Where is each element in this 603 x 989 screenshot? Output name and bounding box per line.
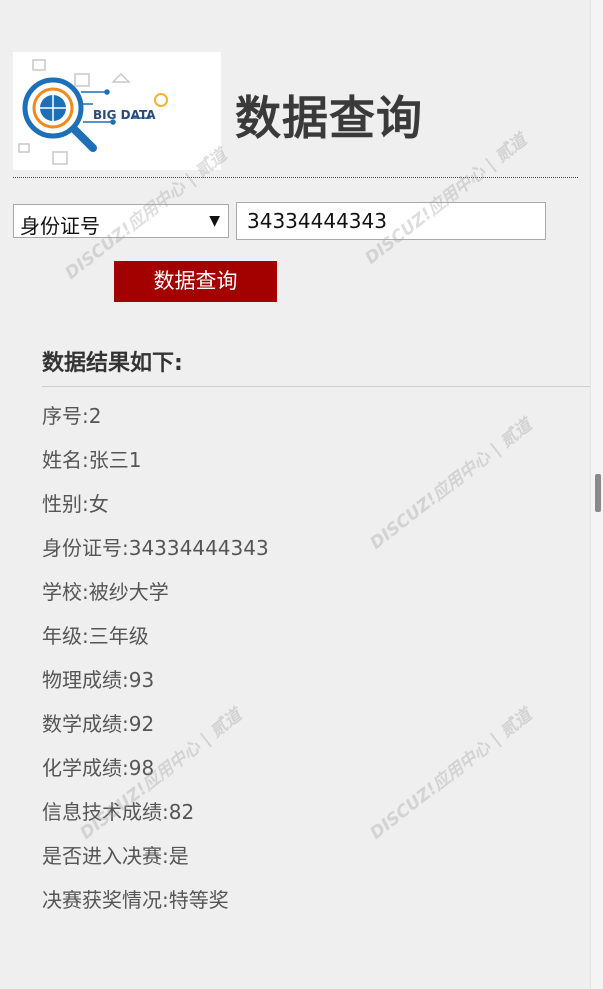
search-query-input[interactable] [236,202,546,240]
page-scrollbar[interactable] [590,0,603,989]
result-row-name: 姓名:张三1 [42,448,142,472]
query-button[interactable]: 数据查询 [114,261,277,302]
watermark: DISCUZ!应用中心 | 贰道 [366,415,536,554]
result-row-grade: 年级:三年级 [42,624,149,648]
header: BIG DATA 数据查询 [13,52,578,178]
result-row-id-number: 身份证号:34334444343 [42,536,269,560]
page-title: 数据查询 [235,91,423,145]
result-row-final-qualified: 是否进入决赛:是 [42,844,189,868]
big-data-logo: BIG DATA [13,52,221,170]
logo-text: BIG DATA [93,108,156,122]
result-row-school: 学校:被纱大学 [42,580,169,604]
big-data-logo-graphic: BIG DATA [13,52,221,170]
result-list: 序号:2 姓名:张三1 性别:女 身份证号:34334444343 学校:被纱大… [42,398,269,926]
watermark: DISCUZ!应用中心 | 贰道 [366,705,536,844]
result-row-physics-score: 物理成绩:93 [42,668,155,692]
scrollbar-thumb[interactable] [595,474,601,512]
search-type-selected-value: 身份证号 [20,214,100,238]
result-row-serial: 序号:2 [42,404,102,428]
results-divider [42,386,590,387]
dropdown-arrow-icon: ▼ [209,213,220,229]
result-row-gender: 性别:女 [42,492,109,516]
result-row-final-award: 决赛获奖情况:特等奖 [42,888,229,912]
result-row-math-score: 数学成绩:92 [42,712,155,736]
result-row-chemistry-score: 化学成绩:98 [42,756,155,780]
results-title: 数据结果如下: [42,351,183,376]
search-type-select[interactable]: 身份证号 ▼ [13,204,229,238]
page: BIG DATA 数据查询 身份证号 ▼ 数据查询 数据结果如下: 序号:2 姓… [0,0,590,989]
result-row-it-score: 信息技术成绩:82 [42,800,195,824]
